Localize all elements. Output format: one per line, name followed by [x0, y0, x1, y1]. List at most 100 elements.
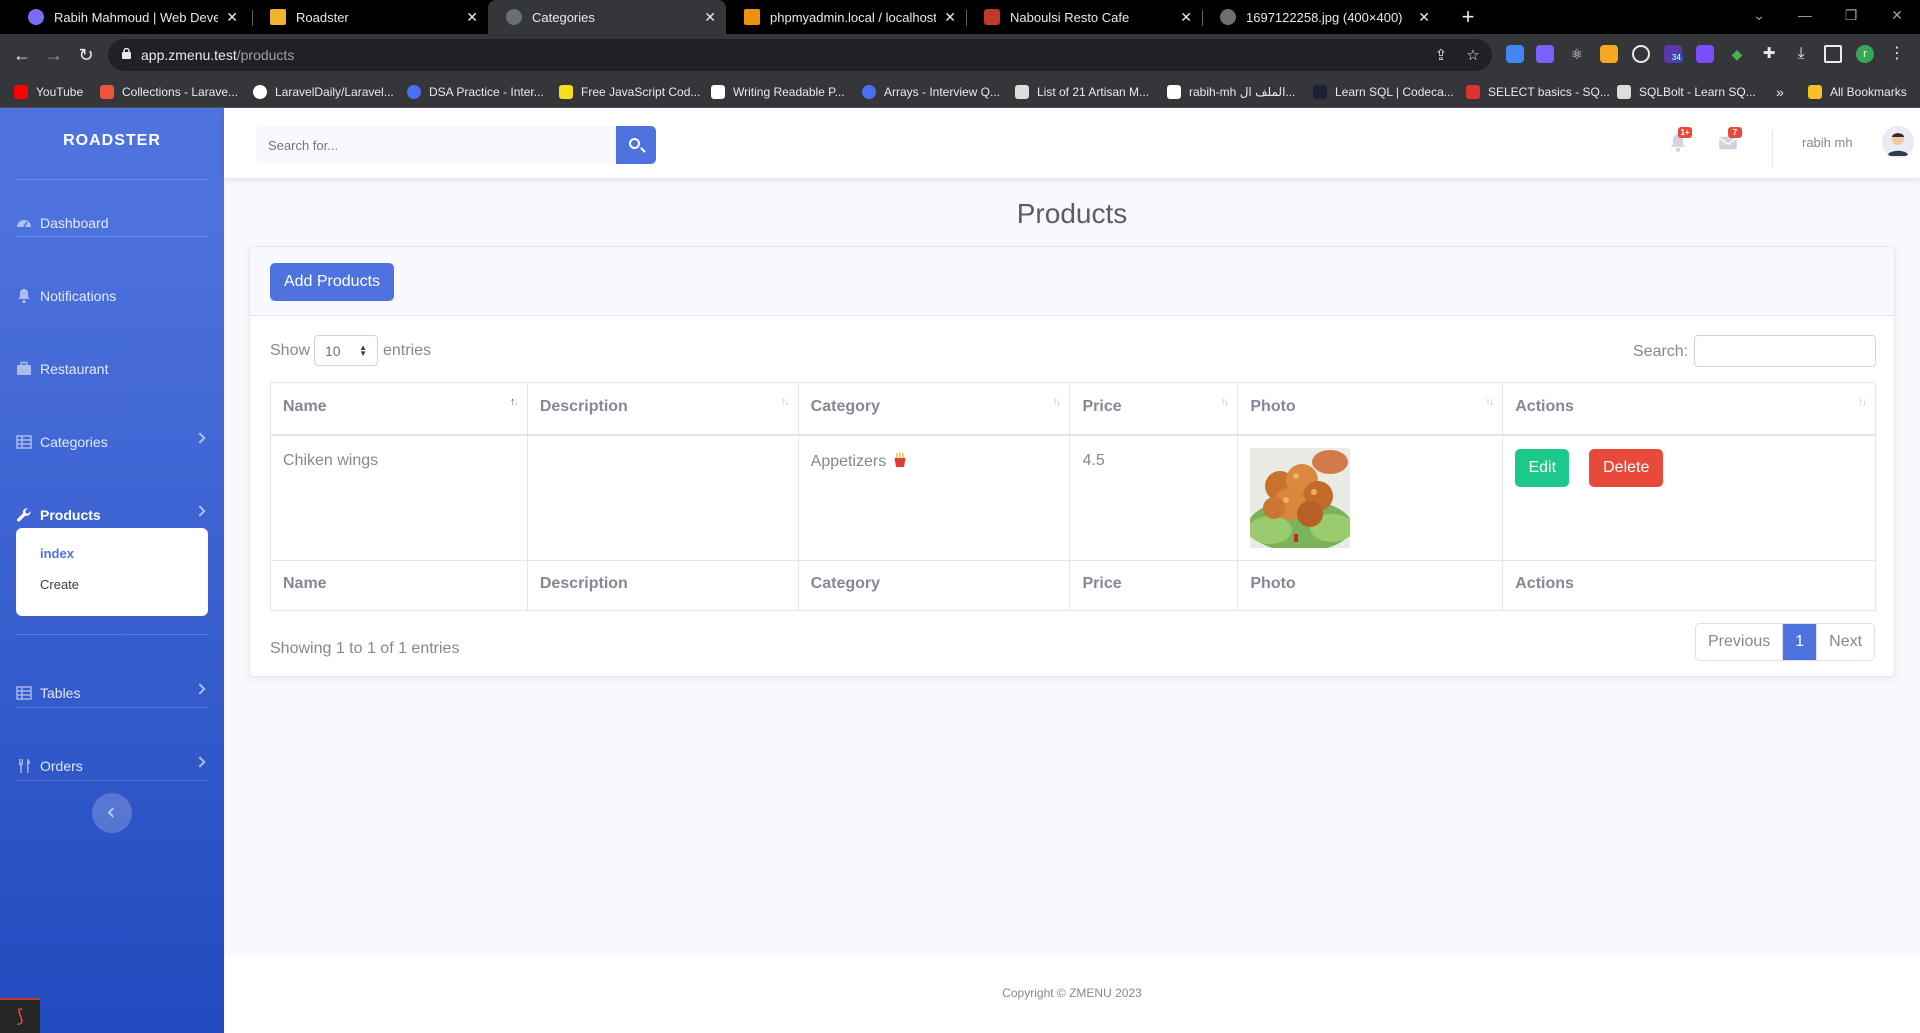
profile-avatar[interactable]: r — [1856, 45, 1874, 63]
close-icon[interactable]: ✕ — [466, 9, 478, 26]
browser-tab[interactable]: Rabih Mahmoud | Web Develop ✕ — [10, 0, 248, 34]
sidebar-item-restaurant[interactable]: Restaurant — [16, 354, 208, 384]
search-button[interactable] — [616, 126, 656, 164]
page-1-button[interactable]: 1 — [1783, 624, 1818, 660]
avatar[interactable] — [1882, 126, 1914, 158]
browser-tab[interactable]: Roadster ✕ — [252, 0, 488, 34]
resto-favicon-icon — [984, 9, 1000, 25]
sidebar-item-label: Orders — [40, 758, 83, 774]
close-icon[interactable]: ✕ — [226, 9, 238, 26]
close-window-button[interactable]: ✕ — [1874, 0, 1920, 34]
alerts-button[interactable]: 1+ — [1668, 127, 1692, 153]
close-icon[interactable]: ✕ — [944, 9, 956, 26]
browser-tab[interactable]: 1697122258.jpg (400×400) ✕ — [1202, 0, 1440, 34]
geeksforgeeks-icon — [407, 85, 421, 99]
column-header-name[interactable]: Name ↑↓ — [270, 382, 528, 436]
sidebar-item-dashboard[interactable]: Dashboard — [16, 208, 208, 238]
search-input[interactable] — [256, 126, 618, 164]
previous-page-button[interactable]: Previous — [1696, 624, 1784, 660]
portfolio-favicon-icon — [28, 9, 44, 25]
restore-button[interactable]: ❐ — [1828, 0, 1874, 34]
product-photo[interactable] — [1250, 447, 1351, 548]
alerts-badge: 1+ — [1678, 127, 1692, 138]
column-header-description[interactable]: Description ↑↓ — [526, 382, 799, 436]
bookmark-item[interactable]: YouTube — [14, 76, 83, 108]
sidebar-item-tables[interactable]: Tables — [16, 678, 208, 708]
react-devtools-icon[interactable]: ⚛ — [1568, 45, 1586, 63]
user-name[interactable]: rabih mh — [1802, 135, 1853, 150]
brand-logo[interactable]: ROADSTER — [0, 132, 224, 150]
bookmark-item[interactable]: DSA Practice - Inter... — [407, 76, 544, 108]
page-length-select[interactable]: 10 ▲ ▼ — [314, 335, 378, 366]
sidebar-toggle-button[interactable] — [92, 793, 132, 833]
browser-tab-active[interactable]: Categories ✕ — [488, 0, 726, 34]
laravel-debug-icon[interactable]: ⟆ — [0, 998, 40, 1033]
extensions-puzzle-icon[interactable]: ✚ — [1760, 45, 1778, 63]
bookmark-item[interactable]: SQLBolt - Learn SQ... — [1617, 76, 1756, 108]
extension-icon[interactable] — [1600, 45, 1618, 63]
bookmark-item[interactable]: Arrays - Interview Q... — [862, 76, 1000, 108]
extension-icon[interactable] — [1632, 45, 1650, 63]
bookmark-item[interactable]: SELECT basics - SQ... — [1466, 76, 1610, 108]
add-products-button[interactable]: Add Products — [270, 263, 394, 301]
browser-tab[interactable]: Naboulsi Resto Cafe ✕ — [966, 0, 1202, 34]
column-header-category[interactable]: Category ↑↓ — [797, 382, 1071, 436]
column-header-actions[interactable]: Actions ↑↓ — [1502, 382, 1876, 436]
bookmark-label: DSA Practice - Inter... — [429, 85, 544, 99]
share-icon[interactable]: ⇪ — [1432, 47, 1450, 65]
bookmarks-overflow-button[interactable]: » — [1776, 76, 1784, 108]
cell-photo — [1237, 434, 1504, 561]
header-label: Category — [810, 398, 881, 415]
bookmark-label: SELECT basics - SQ... — [1488, 85, 1610, 99]
extension-icon[interactable]: 34 — [1664, 45, 1683, 63]
submenu-item-index[interactable]: index — [16, 538, 208, 569]
browser-tab[interactable]: phpmyadmin.local / localhost / ✕ — [726, 0, 966, 34]
extension-icon[interactable] — [1536, 45, 1554, 63]
forward-button[interactable]: → — [42, 43, 66, 67]
minimize-button[interactable]: — — [1782, 0, 1828, 34]
kebab-menu-icon[interactable]: ⋮ — [1888, 45, 1906, 63]
sidebar-item-notifications[interactable]: Notifications — [16, 281, 208, 311]
all-bookmarks-button[interactable]: All Bookmarks — [1808, 76, 1907, 108]
submenu-item-create[interactable]: Create — [16, 569, 208, 600]
lock-icon — [122, 48, 131, 59]
search-icon — [629, 138, 640, 149]
page-length-value: 10 — [325, 343, 341, 359]
sidebar-item-categories[interactable]: Categories — [16, 427, 208, 457]
next-page-button[interactable]: Next — [1817, 624, 1875, 660]
bookmark-item[interactable]: LaravelDaily/Laravel... — [253, 76, 394, 108]
messages-button[interactable]: 7 — [1718, 127, 1742, 153]
entries-label: entries — [383, 342, 432, 359]
column-header-photo[interactable]: Photo ↑↓ — [1237, 382, 1504, 436]
edit-button[interactable]: Edit — [1515, 448, 1570, 487]
bookmark-item[interactable]: Collections - Larave... — [100, 76, 238, 108]
products-submenu: index Create — [16, 528, 208, 616]
extension-icon[interactable] — [1696, 45, 1714, 63]
close-icon[interactable]: ✕ — [704, 9, 716, 26]
address-bar[interactable]: app.zmenu.test/products ⇪ ☆ — [108, 39, 1492, 71]
tab-search-icon[interactable]: ⌄ — [1736, 0, 1782, 34]
bookmark-star-icon[interactable]: ☆ — [1464, 47, 1482, 65]
extension-icon[interactable]: ◆ — [1728, 45, 1746, 63]
translate-extension-icon[interactable] — [1506, 45, 1524, 63]
bookmark-item[interactable]: Learn SQL | Codeca... — [1313, 76, 1454, 108]
table-search-input[interactable] — [1694, 335, 1876, 367]
sidebar-item-orders[interactable]: Orders — [16, 751, 208, 781]
download-icon[interactable]: ⤓ — [1792, 45, 1810, 63]
select-arrows-icon: ▲ ▼ — [359, 343, 367, 358]
bookmark-item[interactable]: Writing Readable P... — [711, 76, 845, 108]
reload-button[interactable]: ↻ — [74, 43, 98, 67]
bookmark-item[interactable]: List of 21 Artisan M... — [1015, 76, 1149, 108]
close-icon[interactable]: ✕ — [1418, 9, 1430, 26]
sidebar-item-label: Categories — [40, 434, 108, 450]
cell-category: Appetizers — [797, 434, 1071, 561]
close-icon[interactable]: ✕ — [1180, 9, 1192, 26]
side-panel-icon[interactable] — [1824, 45, 1842, 63]
bookmark-item[interactable]: Free JavaScript Cod... — [559, 76, 700, 108]
column-header-price[interactable]: Price ↑↓ — [1069, 382, 1239, 436]
bookmark-item[interactable]: rabih-mh الملف ال... — [1167, 76, 1295, 108]
sidebar-item-products[interactable]: Products — [16, 500, 208, 530]
back-button[interactable]: ← — [10, 43, 34, 67]
new-tab-button[interactable]: + — [1455, 4, 1481, 30]
delete-button[interactable]: Delete — [1589, 448, 1664, 487]
